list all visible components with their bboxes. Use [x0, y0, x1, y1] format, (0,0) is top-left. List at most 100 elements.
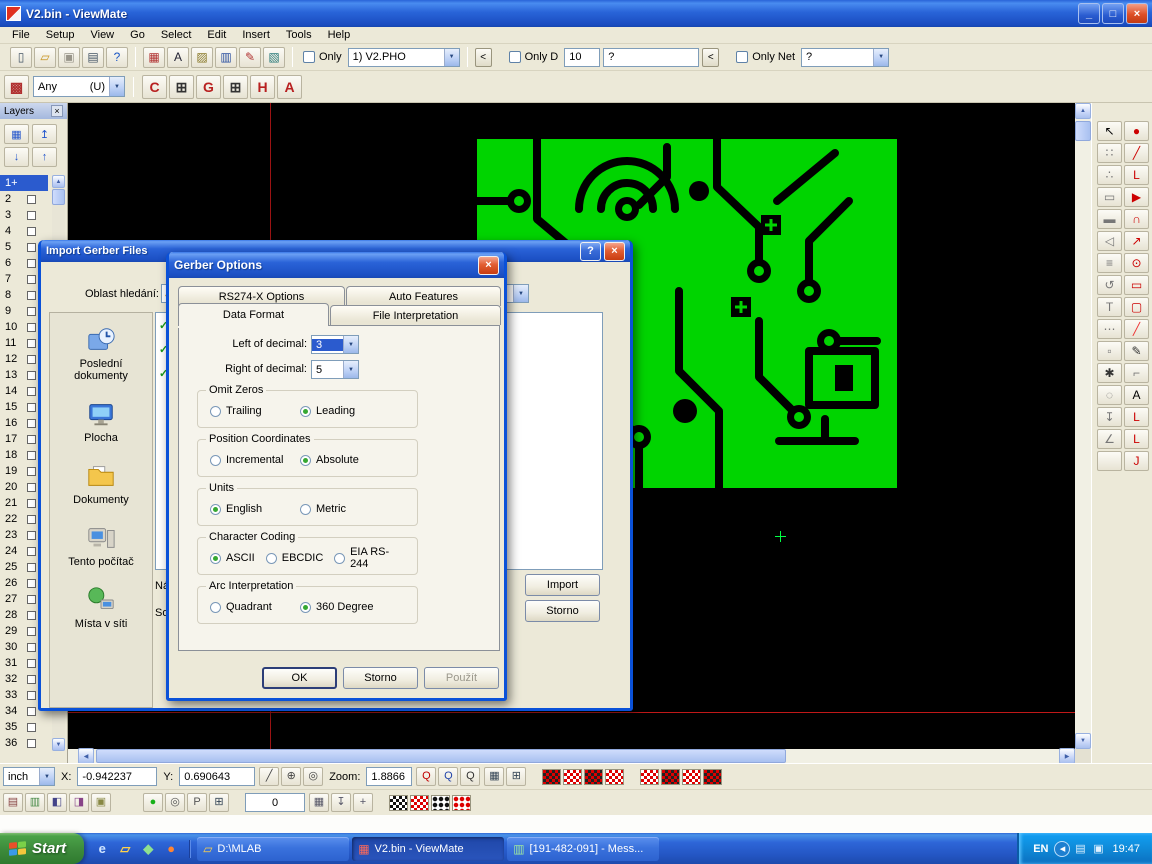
task-viewmate[interactable]: ▦V2.bin - ViewMate: [352, 837, 504, 861]
scroll-down-icon[interactable]: ▼: [52, 738, 65, 751]
layer-color-swatch[interactable]: [27, 211, 36, 220]
draw-line-status-icon[interactable]: ╱: [259, 767, 279, 786]
radio-ascii[interactable]: ASCII: [210, 552, 255, 564]
table-icon[interactable]: ▦: [484, 767, 504, 786]
vector-tool-icon[interactable]: ↗: [1124, 231, 1149, 251]
layer-color-swatch[interactable]: [27, 435, 36, 444]
layer-color-swatch[interactable]: [27, 275, 36, 284]
close-button[interactable]: ×: [1126, 3, 1148, 24]
canvas-horizontal-scrollbar[interactable]: ◀ ▶: [68, 749, 1091, 763]
layers-move-up-button[interactable]: ↑: [32, 147, 57, 167]
grid-table-icon[interactable]: ⊞: [209, 793, 229, 812]
net-combo[interactable]: ?▼: [801, 48, 889, 67]
only-layer-checkbox[interactable]: Only: [303, 51, 342, 63]
menu-select[interactable]: Select: [153, 28, 200, 42]
radio-360-degree[interactable]: 360 Degree: [300, 601, 390, 613]
import-button[interactable]: Import: [525, 574, 600, 596]
layers-grid-button[interactable]: ▦: [4, 124, 29, 144]
layer-a-icon[interactable]: ▤: [3, 793, 23, 812]
rect-outline-tool-icon[interactable]: ▭: [1124, 275, 1149, 295]
layer-color-swatch[interactable]: [27, 467, 36, 476]
probe-p-icon[interactable]: P: [187, 793, 207, 812]
close-icon[interactable]: ×: [478, 256, 499, 275]
tab-auto-features[interactable]: Auto Features: [346, 286, 501, 306]
dcode-pattern-1[interactable]: [542, 769, 561, 785]
underline-l-tool-icon[interactable]: L: [1124, 429, 1149, 449]
close-icon[interactable]: ×: [604, 242, 625, 261]
cancel-button[interactable]: Storno: [343, 667, 418, 689]
h-code-icon[interactable]: H: [250, 75, 275, 99]
lamp-icon[interactable]: ◎: [165, 793, 185, 812]
menu-view[interactable]: View: [82, 28, 122, 42]
layer-color-swatch[interactable]: [27, 515, 36, 524]
shape-pattern-2[interactable]: [410, 795, 429, 811]
c-code-icon[interactable]: C: [142, 75, 167, 99]
layers-move-down-button[interactable]: ↓: [4, 147, 29, 167]
layer-color-swatch[interactable]: [27, 579, 36, 588]
radio-eia-rs-244[interactable]: EIA RS-244: [334, 546, 406, 570]
canvas-vertical-scrollbar[interactable]: ▲ ▼: [1075, 103, 1091, 749]
dashed-rect-tool-icon[interactable]: ▫: [1097, 341, 1122, 361]
layer-color-swatch[interactable]: [27, 483, 36, 492]
dots-tool-icon[interactable]: ⋯: [1097, 319, 1122, 339]
tab-file-interpretation[interactable]: File Interpretation: [330, 305, 501, 325]
radio-english[interactable]: English: [210, 503, 300, 515]
arc-tool-icon[interactable]: ∩: [1124, 209, 1149, 229]
save-icon[interactable]: ▣: [58, 47, 80, 68]
place-documents[interactable]: Dokumenty: [53, 461, 149, 506]
tab-data-format[interactable]: Data Format: [178, 303, 329, 326]
frame-tool-icon[interactable]: ▭: [1097, 187, 1122, 207]
task-mlab-folder[interactable]: ▱D:\MLAB: [197, 837, 349, 861]
apply-button[interactable]: Použít: [424, 667, 499, 689]
dcode-query-field[interactable]: ?: [603, 48, 699, 67]
text-frame-tool-icon[interactable]: T: [1097, 297, 1122, 317]
menu-insert[interactable]: Insert: [234, 28, 278, 42]
open-folder-icon[interactable]: ▱: [34, 47, 56, 68]
ie-quick-launch-icon[interactable]: e: [93, 840, 111, 858]
hatch-pattern-icon[interactable]: ▧: [263, 47, 285, 68]
ok-button[interactable]: OK: [262, 667, 337, 689]
folder-quick-launch-icon[interactable]: ▱: [116, 840, 134, 858]
layers-export-button[interactable]: ↥: [32, 124, 57, 144]
layers-close-button[interactable]: ×: [51, 105, 63, 117]
rounded-rect-tool-icon[interactable]: ▢: [1124, 297, 1149, 317]
layer-row-selected[interactable]: 1+: [0, 175, 48, 191]
left-of-decimal-combo[interactable]: 3▼: [311, 335, 359, 354]
dcode-pattern-8[interactable]: [703, 769, 722, 785]
pad-flash-icon[interactable]: ●: [1124, 121, 1149, 141]
radio-leading[interactable]: Leading: [300, 405, 390, 417]
layer-color-swatch[interactable]: [27, 643, 36, 652]
star-tool-icon[interactable]: ✱: [1097, 363, 1122, 383]
layer-color-swatch[interactable]: [27, 547, 36, 556]
scroll-left-icon[interactable]: ◀: [78, 748, 94, 764]
m-code-grid-icon[interactable]: ⊞: [223, 75, 248, 99]
layer-color-swatch[interactable]: [27, 307, 36, 316]
angle-tool-icon[interactable]: ∠: [1097, 429, 1122, 449]
fill-pattern-icon[interactable]: ▨: [191, 47, 213, 68]
right-of-decimal-combo[interactable]: 5▼: [311, 360, 359, 379]
layer-color-swatch[interactable]: [27, 563, 36, 572]
layer-color-swatch[interactable]: [27, 403, 36, 412]
place-recent-documents[interactable]: Poslední dokumenty: [53, 325, 149, 382]
layer-color-swatch[interactable]: [27, 339, 36, 348]
shape-pattern-1[interactable]: [389, 795, 408, 811]
only-net-checkbox[interactable]: Only Net: [736, 51, 795, 63]
radio-incremental[interactable]: Incremental: [210, 454, 300, 466]
probe-tool-icon[interactable]: ◌: [1097, 385, 1122, 405]
place-my-computer[interactable]: Tento počítač: [53, 523, 149, 568]
maximize-button[interactable]: □: [1102, 3, 1124, 24]
zoom-point-icon[interactable]: Q: [416, 767, 436, 786]
a-code-icon[interactable]: A: [277, 75, 302, 99]
radio-ebcdic[interactable]: EBCDIC: [266, 552, 324, 564]
layer-color-swatch[interactable]: [27, 595, 36, 604]
layer-color-swatch[interactable]: [27, 451, 36, 460]
layer-color-swatch[interactable]: [27, 499, 36, 508]
traffic-light-icon[interactable]: ●: [143, 793, 163, 812]
layer-color-swatch[interactable]: [27, 355, 36, 364]
hide-tray-icons-button[interactable]: ◂: [1054, 841, 1070, 857]
y-coordinate-field[interactable]: 0.690643: [179, 767, 255, 786]
dcode-pattern-2[interactable]: [563, 769, 582, 785]
new-file-icon[interactable]: ▯: [10, 47, 32, 68]
arrow-tool-icon[interactable]: ▶: [1124, 187, 1149, 207]
radio-quadrant[interactable]: Quadrant: [210, 601, 300, 613]
